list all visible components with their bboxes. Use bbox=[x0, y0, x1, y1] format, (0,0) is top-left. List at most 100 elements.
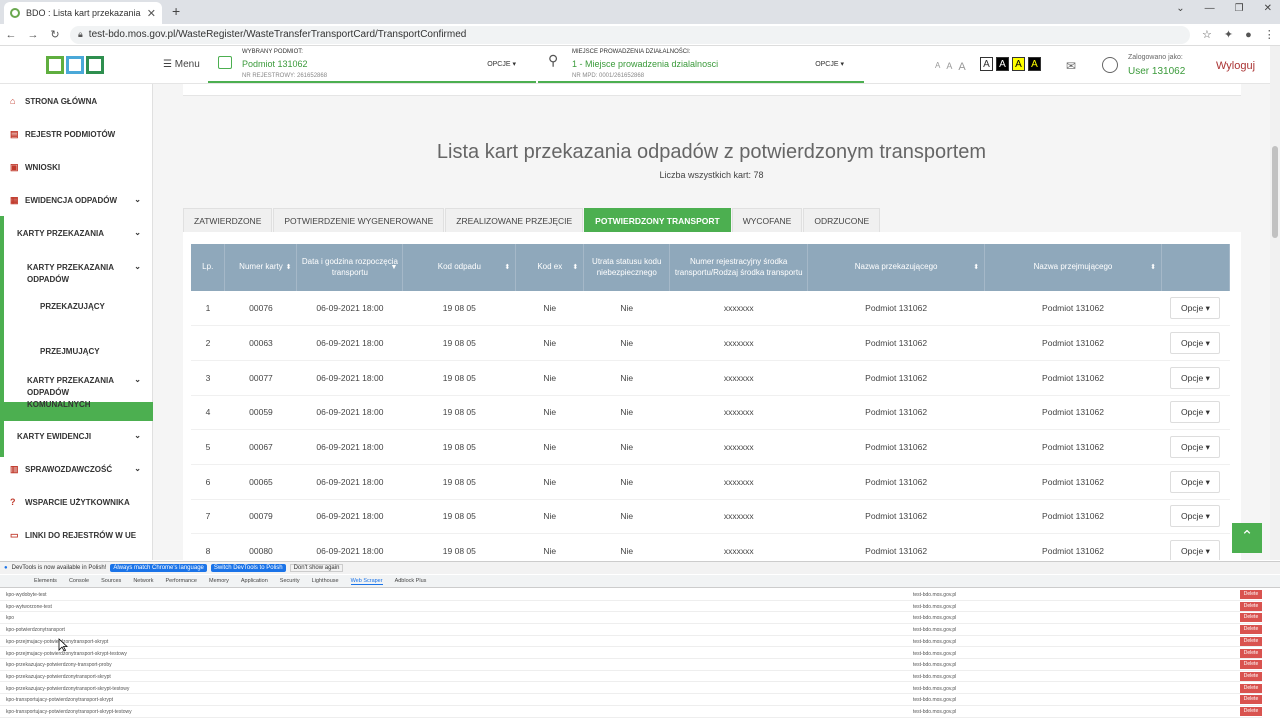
row-options-button[interactable]: Opcje ▾ bbox=[1170, 332, 1221, 355]
bdo-logo[interactable] bbox=[46, 56, 104, 74]
sitemap-name[interactable]: kpo-przekazujacy-potwierdzonytransport-s… bbox=[6, 674, 111, 680]
delete-sitemap-button[interactable]: Delete bbox=[1240, 671, 1262, 681]
sitemap-row[interactable]: kpo-potwierdzonytransport test-bdo.mos.go… bbox=[0, 624, 1262, 636]
scroll-to-top-button[interactable]: ⌃ bbox=[1232, 523, 1262, 553]
devtools-tab[interactable]: Performance bbox=[165, 578, 197, 584]
sitemap-name[interactable]: kpo-przekazujacy-potwierdzony-transport-… bbox=[6, 662, 112, 668]
row-options-button[interactable]: Opcje ▾ bbox=[1170, 401, 1221, 424]
col-receiver-name[interactable]: Nazwa przejmującego ⬍ bbox=[984, 244, 1162, 291]
table-header-row: Lp. Numer karty ⬍ Data i godzina rozpoczę… bbox=[191, 244, 1231, 291]
devtools-tab[interactable]: Elements bbox=[34, 578, 57, 584]
sitemap-name[interactable]: kpo-wytworzone-test bbox=[6, 604, 52, 610]
sitemap-row[interactable]: kpo-wydobyte-test test-bdo.mos.gov.pl Dele… bbox=[0, 589, 1262, 601]
delete-sitemap-button[interactable]: Delete bbox=[1240, 613, 1262, 623]
row-options-button[interactable]: Opcje ▾ bbox=[1170, 297, 1221, 320]
sitemap-row[interactable]: kpo-przekazujacy-potwierdzony-transport-… bbox=[0, 659, 1262, 671]
browser-tab[interactable]: BDO : Lista kart przekazania odp ✕ bbox=[4, 2, 162, 24]
sitemap-name[interactable]: kpo-wydobyte-test bbox=[6, 592, 47, 598]
contrast-black-yellow[interactable]: A bbox=[1028, 57, 1041, 71]
restore-icon[interactable]: ❐ bbox=[1235, 3, 1244, 14]
tab-transport-confirmed[interactable]: POTWIERDZONY TRANSPORT bbox=[584, 208, 731, 232]
row-options-button[interactable]: Opcje ▾ bbox=[1170, 366, 1221, 389]
delete-sitemap-button[interactable]: Delete bbox=[1240, 648, 1262, 658]
sitemap-row[interactable]: kpo-transportujacy-potwierdzonytransport… bbox=[0, 706, 1262, 718]
delete-sitemap-button[interactable]: Delete bbox=[1240, 601, 1262, 611]
subject-options-button[interactable]: OPCJE ▾ bbox=[487, 60, 516, 68]
contrast-black-white[interactable]: A bbox=[996, 57, 1009, 71]
sitemap-row[interactable]: kpo-przejmujacy-potwierdzonytransport-sk… bbox=[0, 648, 1262, 659]
sitemap-row[interactable]: kpo-przekazujacy-potwierdzonytransport-s… bbox=[0, 683, 1262, 695]
font-size-large[interactable]: A bbox=[958, 61, 965, 73]
profile-icon[interactable]: ● bbox=[1245, 29, 1252, 41]
tab-withdrawn[interactable]: WYCOFANE bbox=[731, 208, 803, 232]
font-size-medium[interactable]: A bbox=[946, 61, 952, 73]
sitemap-name[interactable]: kpo-transportujacy-potwierdzonytransport… bbox=[6, 709, 132, 715]
switch-language-button[interactable]: Switch DevTools to Polish bbox=[210, 564, 286, 572]
devtools-tab[interactable]: Web Scraper bbox=[350, 578, 383, 585]
tab-rejected[interactable]: ODRZUCONE bbox=[803, 208, 881, 232]
contrast-default[interactable]: A bbox=[980, 57, 993, 71]
close-tab-icon[interactable]: ✕ bbox=[147, 7, 156, 20]
url-input[interactable]: 🔒︎ test-bdo.mos.gov.pl/WasteRegister/Was… bbox=[70, 25, 1190, 44]
sitemap-row[interactable]: kpo-transportujacy-potwierdzonytransport… bbox=[0, 694, 1262, 706]
scrollbar-thumb[interactable] bbox=[1272, 146, 1278, 238]
cell-sender-name: Podmiot 131062 bbox=[807, 499, 985, 535]
logout-button[interactable]: Wyloguj bbox=[1216, 60, 1255, 72]
row-options-button[interactable]: Opcje ▾ bbox=[1170, 540, 1221, 560]
sitemap-name[interactable]: kpo-przekazujacy-potwierdzonytransport-s… bbox=[6, 686, 129, 692]
sitemap-row[interactable]: kpo-przejmujacy-potwierdzonytransport-sk… bbox=[0, 636, 1262, 648]
delete-sitemap-button[interactable]: Delete bbox=[1240, 695, 1262, 705]
delete-sitemap-button[interactable]: Delete bbox=[1240, 590, 1262, 599]
tab-receipt-completed[interactable]: ZREALIZOWANE PRZEJĘCIE bbox=[445, 208, 584, 232]
sitemap-row[interactable]: kpo test-bdo.mos.gov.pl Delete bbox=[0, 612, 1262, 624]
reload-icon[interactable]: ↻ bbox=[44, 28, 66, 41]
dont-show-again-button[interactable]: Don't show again bbox=[289, 564, 344, 572]
devtools-tab[interactable]: Application bbox=[241, 578, 268, 584]
delete-sitemap-button[interactable]: Delete bbox=[1240, 707, 1262, 716]
minimize-icon[interactable]: — bbox=[1205, 3, 1215, 14]
browser-menu-icon[interactable]: ⋮ bbox=[1264, 28, 1275, 41]
page-scrollbar[interactable] bbox=[1270, 46, 1280, 560]
col-sender-name[interactable]: Nazwa przekazującego ⬍ bbox=[807, 244, 986, 291]
forward-icon[interactable]: → bbox=[22, 29, 44, 41]
menu-button[interactable]: ☰ Menu bbox=[163, 59, 200, 70]
sitemap-name[interactable]: kpo bbox=[6, 615, 14, 621]
col-waste-code[interactable]: Kod odpadu ⬍ bbox=[402, 244, 517, 291]
sitemap-row[interactable]: kpo-przekazujacy-potwierdzonytransport-s… bbox=[0, 671, 1262, 683]
col-code-ex[interactable]: Kod ex ⬍ bbox=[515, 244, 585, 291]
devtools-tab[interactable]: Sources bbox=[101, 578, 121, 584]
delete-sitemap-button[interactable]: Delete bbox=[1240, 636, 1262, 646]
extensions-icon[interactable]: ✦ bbox=[1224, 28, 1233, 41]
delete-sitemap-button[interactable]: Delete bbox=[1240, 683, 1262, 693]
new-tab-icon[interactable]: + bbox=[172, 3, 180, 19]
contrast-yellow-black[interactable]: A bbox=[1012, 57, 1025, 71]
tab-search-icon[interactable]: ⌄ bbox=[1176, 3, 1184, 14]
font-size-small[interactable]: A bbox=[935, 61, 940, 73]
location-options-button[interactable]: OPCJE ▾ bbox=[815, 60, 844, 68]
sitemap-name[interactable]: kpo-transportujacy-potwierdzonytransport… bbox=[6, 697, 113, 703]
devtools-tab[interactable]: Network bbox=[133, 578, 153, 584]
col-card-number[interactable]: Numer karty ⬍ bbox=[224, 244, 298, 291]
tab-approved[interactable]: ZATWIERDZONE bbox=[183, 208, 273, 232]
back-icon[interactable]: ← bbox=[0, 29, 22, 41]
devtools-tab[interactable]: Memory bbox=[209, 578, 229, 584]
delete-sitemap-button[interactable]: Delete bbox=[1240, 660, 1262, 670]
sitemap-row[interactable]: kpo-wytworzone-test test-bdo.mos.gov.pl De… bbox=[0, 601, 1262, 613]
devtools-tab[interactable]: Security bbox=[280, 578, 300, 584]
row-options-button[interactable]: Opcje ▾ bbox=[1170, 470, 1221, 493]
bookmark-star-icon[interactable]: ☆ bbox=[1202, 28, 1212, 41]
sitemap-name[interactable]: kpo-potwierdzonytransport bbox=[6, 627, 65, 633]
delete-sitemap-button[interactable]: Delete bbox=[1240, 625, 1262, 635]
close-window-icon[interactable]: ✕ bbox=[1264, 3, 1272, 14]
mail-icon[interactable]: ✉ bbox=[1066, 59, 1076, 73]
business-location[interactable]: ⚲ MIEJSCE PROWADZENIA DZIAŁALNOŚCI: 1 - … bbox=[538, 46, 864, 83]
col-transport-date[interactable]: Data i godzina rozpoczęcia transportu ▼ bbox=[296, 244, 404, 291]
match-language-button[interactable]: Always match Chrome's language bbox=[110, 564, 207, 572]
devtools-tab[interactable]: Lighthouse bbox=[312, 578, 339, 584]
devtools-tab[interactable]: Console bbox=[69, 578, 89, 584]
row-options-button[interactable]: Opcje ▾ bbox=[1170, 436, 1221, 459]
selected-subject[interactable]: WYBRANY PODMIOT: Podmiot 131062 NR REJES… bbox=[208, 46, 536, 83]
tab-confirmation-generated[interactable]: POTWIERDZENIE WYGENEROWANE bbox=[273, 208, 445, 232]
row-options-button[interactable]: Opcje ▾ bbox=[1170, 505, 1221, 528]
devtools-tab[interactable]: Adblock Plus bbox=[395, 578, 427, 584]
